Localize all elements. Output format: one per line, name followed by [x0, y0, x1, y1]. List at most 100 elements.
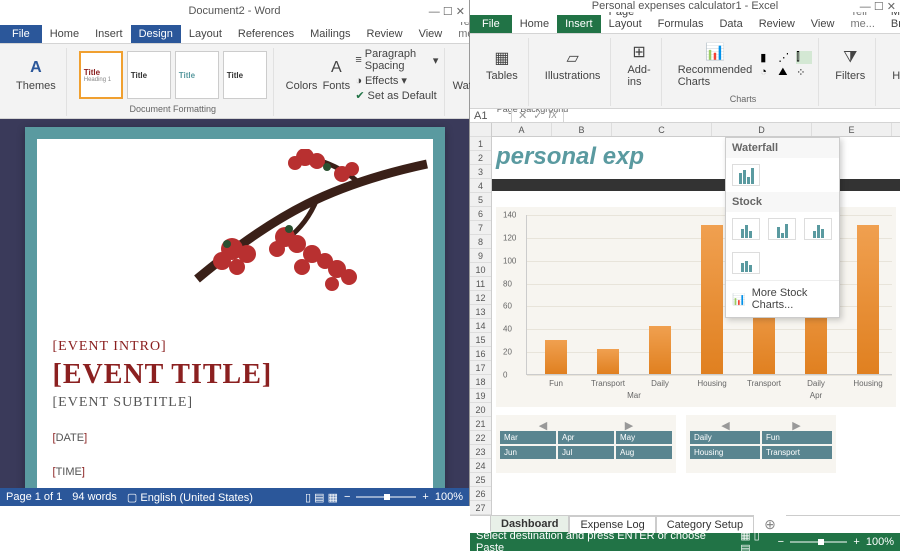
tab-references[interactable]: References: [230, 25, 302, 43]
chart-types[interactable]: ▮⋰⫿ ◔⛰⁘: [760, 51, 812, 79]
illustrations-button[interactable]: ▱Illustrations: [541, 46, 605, 84]
style-set-2[interactable]: Title: [127, 51, 171, 99]
tab-view[interactable]: View: [411, 25, 451, 43]
event-subtitle[interactable]: [EVENT SUBTITLE]: [53, 395, 273, 411]
workbook-title: personal exp: [496, 143, 644, 171]
colors-button[interactable]: Colors: [286, 56, 318, 94]
event-time[interactable]: [TIME]: [53, 463, 273, 479]
themes-button[interactable]: AThemes: [12, 56, 60, 94]
row-headers[interactable]: 1234567891011121314151617181920212223242…: [470, 123, 492, 515]
word-title: Document2 - Word: [188, 5, 280, 17]
fonts-button[interactable]: AFonts: [321, 56, 351, 94]
word-tabstrip: File Home Insert Design Layout Reference…: [0, 22, 469, 44]
hyperlink-button[interactable]: 🔗Hyperlink: [888, 46, 900, 84]
category-selector[interactable]: ◀▶ DailyFunHousingTransport: [686, 415, 836, 473]
tab-home[interactable]: Home: [512, 15, 557, 33]
tab-insert[interactable]: Insert: [557, 15, 601, 33]
bar-chart-icon[interactable]: ▮: [760, 51, 776, 64]
month-selector[interactable]: ◀▶ MarAprMayJunJulAug: [496, 415, 676, 473]
status-msg: Select destination and press ENTER or ch…: [476, 530, 730, 554]
stock-opt-1[interactable]: [732, 218, 760, 240]
tab-mailings[interactable]: Mailings: [302, 25, 358, 43]
tab-design[interactable]: Design: [131, 25, 181, 43]
event-date[interactable]: [DATE]: [53, 429, 273, 445]
addins-button[interactable]: ⊞Add-ins: [623, 40, 654, 90]
window-controls[interactable]: — ☐ ✕: [860, 0, 896, 13]
table-icon: ▦: [492, 48, 512, 68]
zoom-pct[interactable]: 100%: [866, 536, 894, 548]
tab-view[interactable]: View: [803, 15, 843, 33]
tab-insert[interactable]: Insert: [87, 25, 131, 43]
status-words[interactable]: 94 words: [72, 491, 117, 503]
word-doc-area[interactable]: [EVENT INTRO] [EVENT TITLE] [EVENT SUBTI…: [0, 119, 469, 488]
style-set-4[interactable]: Title: [223, 51, 267, 99]
excel-titlebar: Personal expenses calculator1 - Excel — …: [470, 0, 900, 12]
fonts-icon: A: [326, 58, 346, 78]
zoom-slider[interactable]: [790, 541, 847, 543]
excel-tabstrip: File Home Insert Page Layout Formulas Da…: [470, 12, 900, 34]
waterfall-option[interactable]: [732, 164, 760, 186]
view-icons[interactable]: ▦ ▯ ▤: [740, 529, 771, 555]
effects-button[interactable]: ◑ Effects ▾: [355, 74, 438, 87]
event-title[interactable]: [EVENT TITLE]: [53, 359, 273, 391]
style-set-3[interactable]: Title: [175, 51, 219, 99]
branch-art: [177, 149, 433, 329]
chart-icon: 📊: [732, 293, 746, 306]
group-docfmt: Document Formatting: [129, 104, 216, 114]
stock-opt-4[interactable]: [732, 252, 760, 274]
excel-ribbon: ▦Tables ▱Illustrations ⊞Add-ins 📊Recomme…: [470, 34, 900, 109]
word-titlebar: Document2 - Word — ☐ ✕: [0, 0, 469, 22]
scatter-chart-icon[interactable]: ⁘: [796, 66, 812, 79]
event-text[interactable]: [EVENT INTRO] [EVENT TITLE] [EVENT SUBTI…: [53, 339, 273, 479]
style-set-1[interactable]: TitleHeading 1: [79, 51, 123, 99]
stock-opt-2[interactable]: [768, 218, 796, 240]
event-intro[interactable]: [EVENT INTRO]: [53, 339, 273, 355]
pie-chart-icon[interactable]: ◔: [760, 66, 776, 79]
stock-opt-3[interactable]: [804, 218, 832, 240]
word-page: [EVENT INTRO] [EVENT TITLE] [EVENT SUBTI…: [25, 127, 445, 488]
zoom-out[interactable]: −: [344, 491, 350, 503]
area-chart-icon[interactable]: ⛰: [778, 66, 794, 79]
waterfall-chart-icon[interactable]: ⫿: [796, 51, 812, 64]
colors-icon: [292, 58, 312, 78]
col-headers[interactable]: A B C D E: [492, 123, 900, 137]
zoom-pct[interactable]: 100%: [435, 491, 463, 503]
tab-formulas[interactable]: Formulas: [650, 15, 712, 33]
tab-file[interactable]: File: [470, 15, 512, 33]
excel-statusbar: Select destination and press ENTER or ch…: [470, 533, 900, 551]
filters-button[interactable]: ⧩Filters: [831, 46, 869, 84]
more-stock-charts[interactable]: 📊More Stock Charts...: [726, 280, 839, 317]
formula-bar: A1 ✕✓fx: [470, 109, 900, 123]
excel-title: Personal expenses calculator1 - Excel: [592, 0, 778, 12]
opt-list: ≡ Paragraph Spacing ▾ ◑ Effects ▾ ✔ Set …: [355, 48, 438, 102]
popup-stock: Stock: [726, 192, 839, 212]
tab-file[interactable]: File: [0, 25, 42, 43]
status-lang[interactable]: ▢ English (United States): [127, 491, 253, 504]
rec-charts-button[interactable]: 📊Recommended Charts: [674, 40, 757, 90]
para-spacing-button[interactable]: ≡ Paragraph Spacing ▾: [355, 48, 438, 72]
fb-buttons[interactable]: ✕✓fx: [512, 109, 564, 122]
tab-review[interactable]: Review: [751, 15, 803, 33]
word-ribbon: AThemes TitleHeading 1 Title Title Title…: [0, 44, 469, 119]
zoom-in[interactable]: +: [853, 536, 859, 548]
tab-layout[interactable]: Layout: [181, 25, 230, 43]
tables-button[interactable]: ▦Tables: [482, 46, 522, 84]
popup-waterfall: Waterfall: [726, 138, 839, 158]
view-icons[interactable]: ▯ ▤ ▦: [305, 491, 338, 504]
tab-home[interactable]: Home: [42, 25, 87, 43]
status-page[interactable]: Page 1 of 1: [6, 491, 62, 503]
window-controls[interactable]: — ☐ ✕: [429, 5, 465, 18]
chart-type-popup: Waterfall Stock 📊More Stock Charts...: [725, 137, 840, 318]
zoom-out[interactable]: −: [778, 536, 784, 548]
group-charts: Charts: [730, 94, 757, 104]
zoom-in[interactable]: +: [422, 491, 428, 503]
line-chart-icon[interactable]: ⋰: [778, 51, 794, 64]
sheet-body[interactable]: personal exp Waterfall Stock 📊More Stock…: [492, 137, 900, 515]
tab-review[interactable]: Review: [359, 25, 411, 43]
set-default-button[interactable]: ✔ Set as Default: [355, 89, 438, 102]
zoom-slider[interactable]: [356, 496, 416, 498]
tab-data[interactable]: Data: [711, 15, 750, 33]
word-window: Document2 - Word — ☐ ✕ File Home Insert …: [0, 0, 470, 506]
cell-ref[interactable]: A1: [470, 110, 512, 122]
sheet-area[interactable]: 1234567891011121314151617181920212223242…: [470, 123, 900, 515]
